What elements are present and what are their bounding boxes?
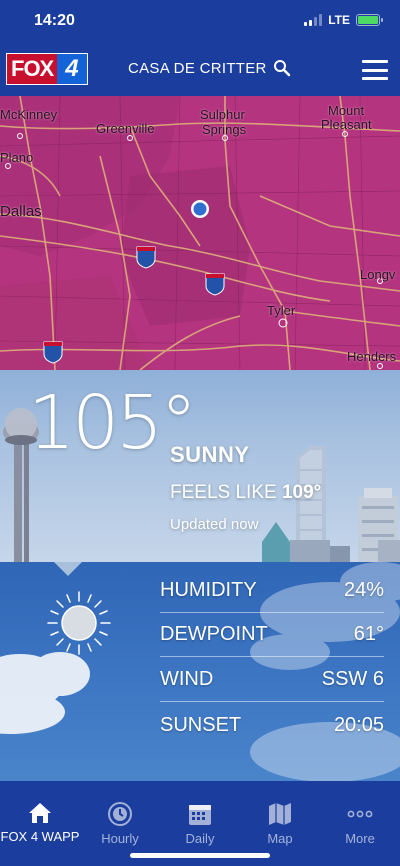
nav-home[interactable]: FOX 4 WAPP — [0, 781, 80, 866]
home-indicator — [130, 853, 270, 858]
sun-icon — [47, 591, 111, 655]
nav-label: Daily — [185, 831, 215, 846]
section-pointer — [54, 562, 82, 576]
humidity-row: HUMIDITY 24% — [160, 569, 384, 613]
dewpoint-row: DEWPOINT 61° — [160, 613, 384, 657]
weather-details: HUMIDITY 24% DEWPOINT 61° WIND SSW 6 SUN… — [0, 562, 400, 781]
map-city-label: McKinney — [0, 107, 58, 122]
search-icon — [273, 60, 290, 77]
bottom-navigation: FOX 4 WAPP Hourly Daily Map More — [0, 781, 400, 866]
more-icon — [347, 810, 373, 818]
map-icon — [269, 803, 291, 825]
map-city-label: Tyler — [267, 303, 296, 318]
status-time: 14:20 — [34, 12, 75, 29]
weather-map[interactable]: McKinney Greenville Sulphur Springs Moun… — [0, 96, 400, 370]
detail-label: WIND — [160, 668, 214, 690]
map-city-label: Sulphur — [200, 107, 245, 122]
location-selector[interactable]: CASA DE CRITTER — [128, 59, 291, 77]
feels-like: FEELS LIKE 109° — [170, 482, 322, 503]
signal-icon — [304, 14, 323, 26]
nav-more[interactable]: More — [320, 781, 400, 866]
map-city-label: Henders — [347, 349, 397, 364]
map-city-label: Greenville — [96, 121, 155, 136]
interstate-shield-20b — [205, 273, 225, 296]
map-city-label: Dallas — [0, 203, 42, 220]
detail-label: DEWPOINT — [160, 623, 268, 645]
app-header: FOX 4 CASA DE CRITTER — [0, 44, 400, 96]
hamburger-menu-icon[interactable] — [362, 60, 388, 80]
map-city-label: Mount — [328, 103, 365, 118]
feels-like-value: 109° — [281, 482, 322, 503]
nav-label: FOX 4 WAPP — [0, 829, 80, 844]
battery-icon — [356, 14, 383, 26]
map-city-label: Pleasant — [321, 117, 372, 132]
detail-label: SUNSET — [160, 713, 242, 736]
home-icon — [29, 803, 51, 823]
updated-time: Updated now — [170, 516, 259, 533]
current-conditions: 105° SUNNY FEELS LIKE 109° Updated now — [0, 370, 400, 562]
nav-label: Map — [267, 831, 293, 846]
calendar-icon — [189, 805, 211, 825]
interstate-shield-20a — [136, 246, 156, 269]
nav-label: More — [345, 831, 375, 846]
sunset-row: SUNSET 20:05 — [160, 703, 384, 747]
detail-value: SSW 6 — [321, 668, 384, 690]
condition-label: SUNNY — [170, 442, 250, 467]
location-name: CASA DE CRITTER — [128, 59, 267, 77]
detail-value: 61° — [353, 623, 384, 645]
nav-label: Hourly — [101, 831, 139, 846]
network-label: LTE — [328, 13, 350, 27]
interstate-shield-45 — [43, 341, 63, 364]
wind-row: WIND SSW 6 — [160, 658, 384, 702]
status-indicators: LTE — [304, 13, 383, 27]
fox4-logo[interactable]: FOX 4 — [6, 53, 88, 85]
status-bar: 14:20 LTE — [0, 0, 400, 44]
map-canvas — [0, 96, 400, 370]
clock-icon — [108, 802, 132, 826]
map-city-label: Springs — [202, 122, 247, 137]
detail-label: HUMIDITY — [160, 579, 257, 601]
detail-value: 20:05 — [333, 713, 384, 736]
detail-value: 24% — [343, 579, 384, 601]
map-city-label: Longv — [360, 267, 396, 282]
map-city-label: Plano — [0, 150, 34, 165]
